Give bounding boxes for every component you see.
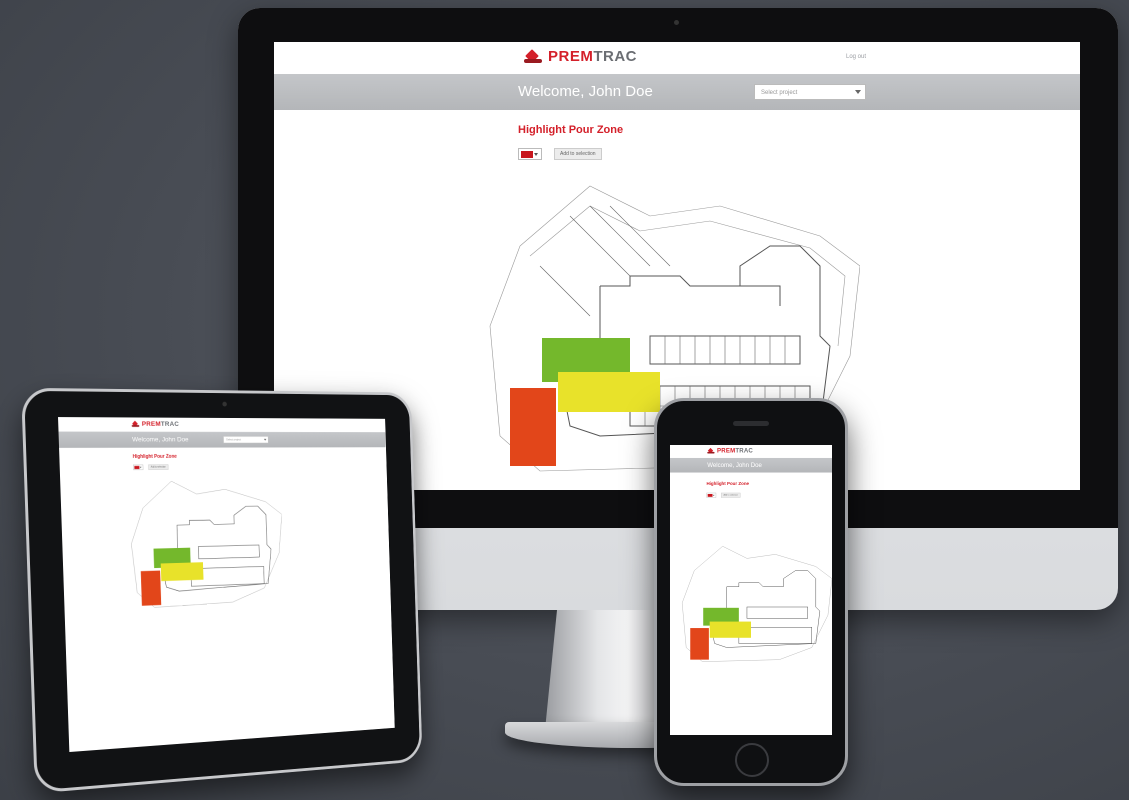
logo-prem: PREM (548, 48, 594, 65)
add-to-selection-button[interactable]: Add to selection (554, 148, 602, 160)
logo-trac: TRAC (735, 447, 754, 455)
add-to-selection-button[interactable]: Add to selection (721, 492, 741, 498)
phone: PREMTRAC Welcome, John Doe Highlight Pou… (654, 398, 848, 786)
premtrac-logo[interactable]: PREMTRAC (707, 447, 753, 454)
phone-screen: PREMTRAC Welcome, John Doe Highlight Pou… (670, 445, 832, 735)
welcome-text: Welcome, John Doe (132, 435, 189, 444)
color-picker[interactable] (706, 492, 717, 498)
logo-diamond-icon (524, 50, 542, 64)
app-tablet: PREMTRAC Welcome, John Doe Select projec… (58, 417, 391, 620)
page-heading: Highlight Pour Zone (518, 124, 624, 136)
logo-diamond-icon (132, 421, 140, 427)
top-bar: PREMTRAC Log out (274, 42, 1080, 74)
welcome-text: Welcome, John Doe (707, 461, 762, 469)
home-button[interactable] (735, 743, 769, 777)
selected-color-swatch (521, 151, 533, 158)
page-heading: Highlight Pour Zone (706, 481, 750, 487)
logo-trac: TRAC (593, 48, 638, 65)
add-to-selection-button[interactable]: Add to selection (148, 464, 169, 470)
floor-plan[interactable] (678, 542, 832, 664)
page-heading: Highlight Pour Zone (132, 453, 177, 460)
project-select-text: Select project (226, 438, 241, 442)
project-select[interactable]: Select project (754, 84, 866, 100)
logout-link[interactable]: Log out (846, 54, 866, 60)
logo-trac: TRAC (160, 420, 180, 428)
chevron-down-icon (139, 466, 142, 469)
zone-yellow[interactable] (558, 372, 660, 412)
chevron-down-icon (712, 494, 715, 497)
phone-speaker (733, 421, 769, 426)
chevron-down-icon (855, 90, 861, 94)
zone-red[interactable] (510, 388, 556, 466)
project-select[interactable]: Select project (223, 436, 269, 444)
selected-color-swatch (707, 494, 713, 497)
logo-diamond-icon (707, 448, 715, 454)
top-bar: PREMTRAC (670, 445, 832, 458)
tablet-screen: PREMTRAC Welcome, John Doe Select projec… (58, 417, 395, 753)
logo-prem: PREM (716, 447, 736, 455)
chevron-down-icon (263, 438, 267, 441)
tablet-camera (222, 401, 227, 407)
chevron-down-icon (534, 153, 538, 156)
welcome-bar: Welcome, John Doe Select project (274, 74, 1080, 110)
top-bar: PREMTRAC (58, 417, 386, 433)
logo-prem: PREM (141, 420, 161, 428)
premtrac-logo[interactable]: PREMTRAC (524, 48, 637, 65)
zone-yellow[interactable] (160, 562, 204, 582)
color-picker[interactable] (132, 464, 144, 470)
app-mobile: PREMTRAC Welcome, John Doe Highlight Pou… (670, 445, 832, 735)
tablet: PREMTRAC Welcome, John Doe Select projec… (21, 387, 423, 794)
welcome-text: Welcome, John Doe (518, 83, 653, 100)
selected-color-swatch (134, 465, 140, 470)
welcome-bar: Welcome, John Doe Select project (58, 431, 386, 448)
floor-plan[interactable] (125, 476, 285, 611)
zone-red[interactable] (690, 628, 709, 660)
zone-yellow[interactable] (709, 621, 751, 638)
zone-red[interactable] (140, 570, 162, 606)
welcome-bar: Welcome, John Doe (670, 457, 832, 473)
project-select-text: Select project (761, 90, 798, 96)
color-picker[interactable] (518, 148, 542, 160)
premtrac-logo[interactable]: PREMTRAC (132, 420, 180, 428)
monitor-camera (674, 20, 679, 25)
